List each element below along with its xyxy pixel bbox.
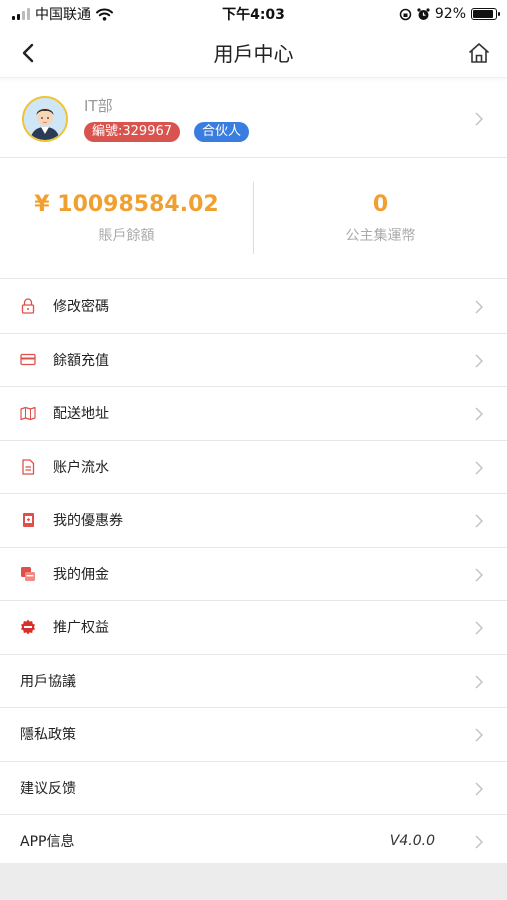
battery-percent: 92% bbox=[434, 6, 466, 22]
menu-item-change-password[interactable]: 修改密碼 bbox=[0, 280, 507, 334]
menu-label: 我的優惠券 bbox=[53, 513, 123, 530]
coins-label: 公主集運幣 bbox=[345, 227, 416, 244]
orientation-lock-icon bbox=[399, 8, 412, 20]
account-stats: ¥ 10098584.02 賬戶餘額 0 公主集運幣 bbox=[0, 158, 507, 279]
alarm-icon bbox=[417, 7, 430, 20]
page-title: 用戶中心 bbox=[213, 42, 294, 66]
menu-label: APP信息 bbox=[20, 834, 75, 851]
coins-icon bbox=[20, 566, 36, 582]
home-button[interactable] bbox=[465, 39, 493, 67]
coins-stat[interactable]: 0 公主集運幣 bbox=[254, 192, 507, 245]
app-version: V4.0.0 bbox=[389, 833, 435, 850]
menu-item-top-up[interactable]: 餘額充值 bbox=[0, 334, 507, 387]
bottom-spacer bbox=[0, 863, 507, 900]
back-button[interactable] bbox=[14, 40, 42, 66]
menu-item-coupons[interactable]: 我的優惠券 bbox=[0, 494, 507, 548]
profile-badges: 編號:329967 合伙人 bbox=[84, 122, 485, 142]
settings-menu: 修改密碼 餘額充值 配送地址 账户流水 我的優惠券 我的佣金 推广权益 用戶協議… bbox=[0, 280, 507, 869]
menu-label: 账户流水 bbox=[53, 459, 109, 476]
coupon-icon bbox=[20, 512, 36, 528]
chevron-right-icon bbox=[475, 407, 484, 421]
cell-signal-icon bbox=[12, 8, 30, 20]
card-icon bbox=[20, 352, 36, 368]
home-icon bbox=[468, 43, 490, 63]
battery-fill bbox=[473, 10, 494, 18]
chevron-left-icon bbox=[22, 43, 34, 63]
chevron-right-icon bbox=[475, 460, 484, 475]
menu-label: 用戶協議 bbox=[20, 673, 76, 690]
chevron-right-icon bbox=[475, 112, 484, 126]
carrier-label: 中国联通 bbox=[35, 7, 91, 23]
document-icon bbox=[20, 459, 36, 475]
battery-icon bbox=[471, 8, 500, 20]
chevron-right-icon bbox=[475, 514, 484, 528]
status-time: 下午4:03 bbox=[222, 7, 285, 23]
wifi-icon bbox=[96, 8, 113, 21]
menu-label: 餘額充值 bbox=[53, 352, 109, 369]
chevron-right-icon bbox=[475, 674, 484, 689]
chevron-right-icon bbox=[475, 567, 484, 582]
chevron-right-icon bbox=[475, 728, 484, 742]
menu-label: 建议反馈 bbox=[20, 780, 76, 797]
menu-item-feedback[interactable]: 建议反馈 bbox=[0, 762, 507, 815]
chevron-right-icon bbox=[475, 353, 484, 368]
nav-bar: 用戶中心 bbox=[0, 28, 507, 78]
menu-label: 隱私政策 bbox=[20, 727, 76, 744]
profile-info: IT部 編號:329967 合伙人 bbox=[84, 95, 485, 142]
promo-badge-icon bbox=[20, 619, 36, 635]
map-icon bbox=[20, 405, 36, 421]
balance-stat[interactable]: ¥ 10098584.02 賬戶餘額 bbox=[0, 192, 253, 245]
menu-item-app-info[interactable]: APP信息 V4.0.0 bbox=[0, 815, 507, 869]
avatar bbox=[22, 95, 68, 142]
menu-label: 我的佣金 bbox=[53, 566, 109, 583]
status-bar: 中国联通 下午4:03 92% bbox=[0, 0, 507, 28]
chevron-right-icon bbox=[475, 300, 484, 314]
user-name: IT部 bbox=[84, 97, 113, 115]
role-badge: 合伙人 bbox=[194, 122, 250, 142]
menu-item-commission[interactable]: 我的佣金 bbox=[0, 548, 507, 601]
balance-value: ¥ 10098584.02 bbox=[34, 191, 219, 217]
menu-label: 推广权益 bbox=[53, 620, 109, 637]
menu-label: 配送地址 bbox=[53, 406, 109, 423]
balance-label: 賬戶餘額 bbox=[98, 227, 155, 244]
profile-card[interactable]: IT部 編號:329967 合伙人 bbox=[0, 80, 507, 158]
menu-label: 修改密碼 bbox=[53, 299, 109, 316]
chevron-right-icon bbox=[475, 621, 484, 635]
status-right: 92% bbox=[399, 6, 500, 22]
member-id-badge: 編號:329967 bbox=[84, 122, 181, 142]
avatar-person-icon bbox=[24, 97, 66, 140]
lock-icon bbox=[20, 298, 36, 314]
coins-value: 0 bbox=[372, 191, 389, 217]
menu-item-delivery-address[interactable]: 配送地址 bbox=[0, 387, 507, 441]
menu-item-privacy-policy[interactable]: 隱私政策 bbox=[0, 708, 507, 762]
status-left: 中国联通 bbox=[12, 4, 113, 24]
chevron-right-icon bbox=[475, 835, 484, 849]
menu-item-account-flow[interactable]: 账户流水 bbox=[0, 441, 507, 494]
menu-item-user-agreement[interactable]: 用戶協議 bbox=[0, 655, 507, 708]
chevron-right-icon bbox=[475, 781, 484, 796]
menu-item-promotion-benefits[interactable]: 推广权益 bbox=[0, 601, 507, 655]
